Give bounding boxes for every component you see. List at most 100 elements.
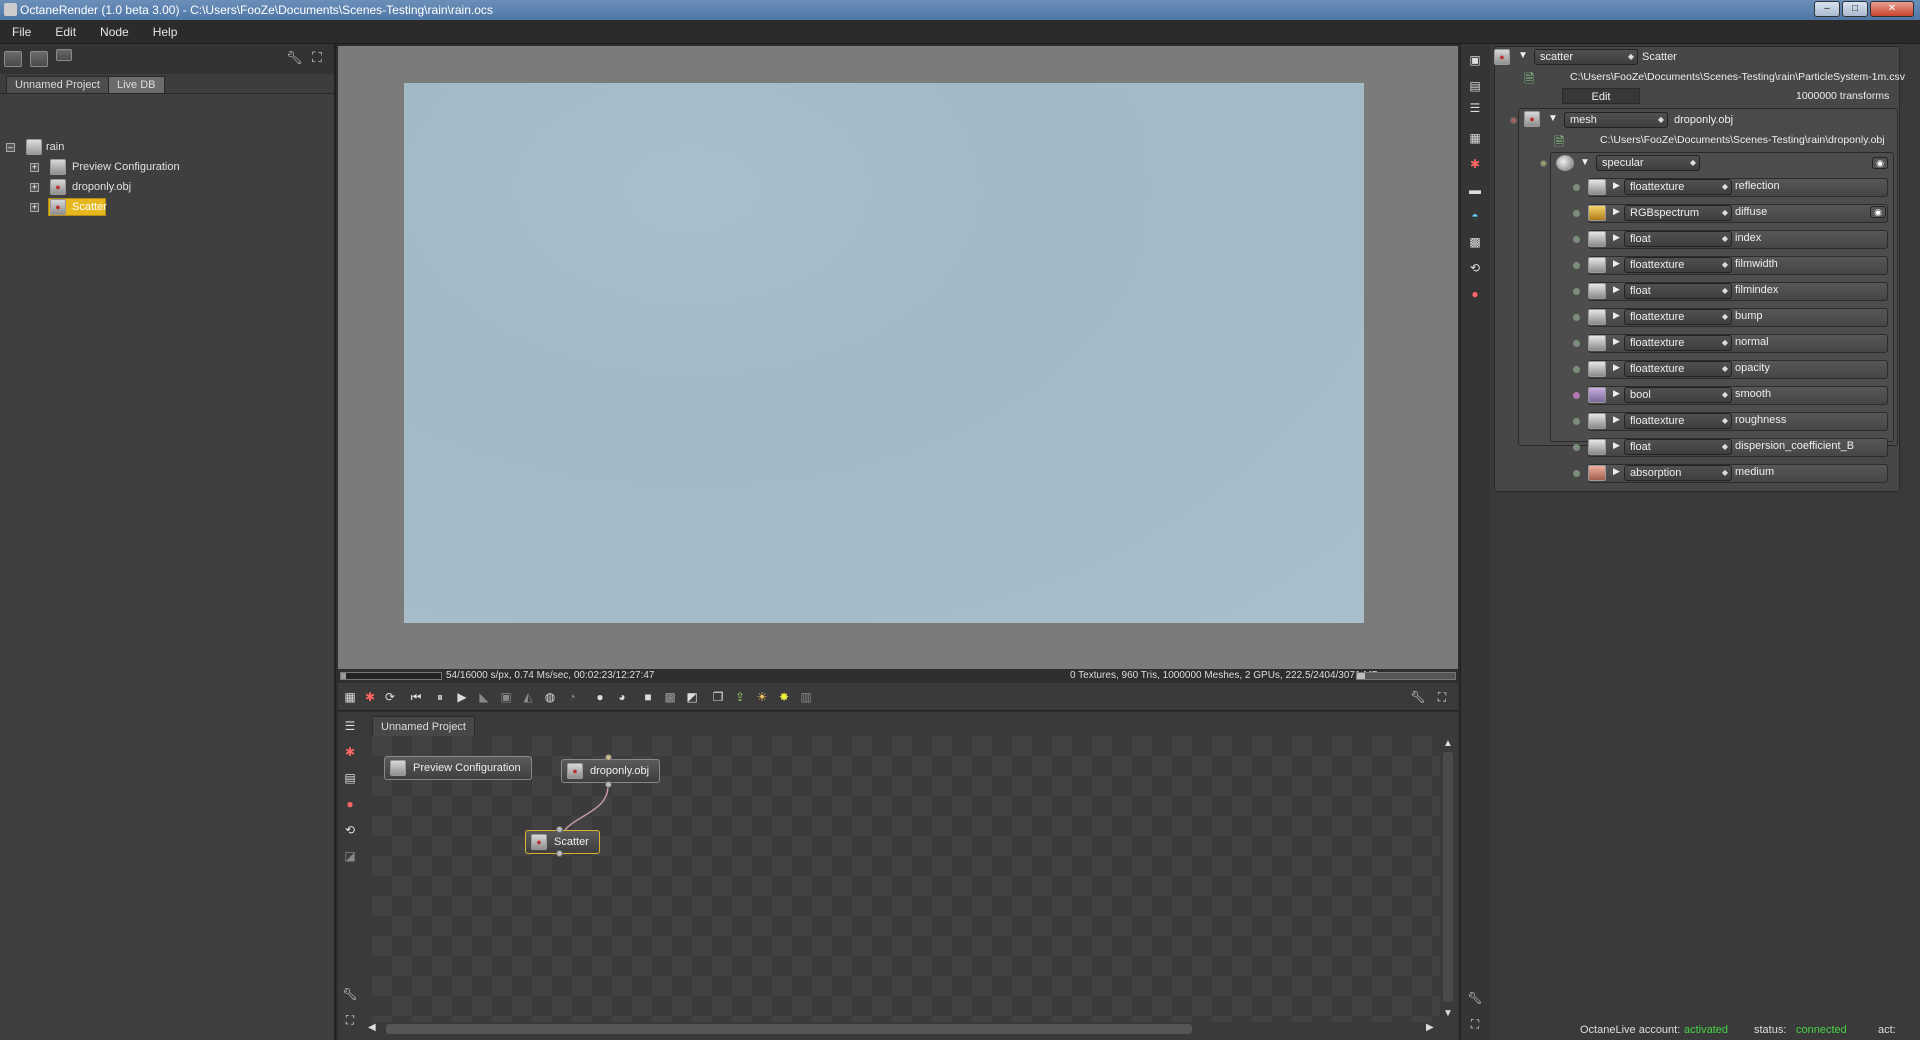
expand-mesh-icon[interactable]: + — [30, 183, 39, 192]
sphere-alt-icon[interactable]: ◕ — [614, 689, 630, 705]
pin-dot[interactable] — [1573, 262, 1580, 269]
scroll-down-icon[interactable]: ▼ — [1443, 1008, 1453, 1019]
pin-row-bump[interactable]: ▶ floattexture ◆ bump — [1573, 306, 1888, 328]
pin-dot[interactable] — [1573, 340, 1580, 347]
cube-icon[interactable]: ▥ — [798, 689, 814, 705]
tab-unnamed-project[interactable]: Unnamed Project — [6, 76, 109, 93]
bloom-icon[interactable]: ✸ — [776, 689, 792, 705]
expand-pin-icon[interactable]: ▶ — [1613, 284, 1620, 295]
pin-dot[interactable] — [1573, 210, 1580, 217]
inspector-wrench-icon[interactable]: 🔧︎ — [1467, 990, 1483, 1006]
collapse-mesh-icon[interactable]: ▼ — [1548, 113, 1558, 124]
scatter-node-name[interactable]: Scatter — [1642, 51, 1677, 63]
pin-dot[interactable] — [1573, 392, 1580, 399]
tree-item-rain[interactable]: rain — [46, 138, 64, 156]
maximize-icon[interactable]: □ — [1842, 1, 1868, 17]
graph-node-preview-configuration[interactable]: Preview Configuration — [384, 756, 532, 780]
scroll-right-icon[interactable]: ▶ — [1426, 1022, 1434, 1033]
pin-type-select[interactable]: floattexture ◆ — [1624, 335, 1732, 351]
lock-icon[interactable]: ◍ — [542, 689, 558, 705]
rewind-icon[interactable]: ⏮ — [408, 689, 424, 705]
graph-vscrollbar[interactable]: ▲ ▼ — [1440, 736, 1456, 1023]
inspector-mesh-icon[interactable]: ● — [1467, 286, 1483, 302]
expand-pin-icon[interactable]: ▶ — [1613, 414, 1620, 425]
sphere-icon[interactable]: ● — [592, 689, 608, 705]
inspector-film-icon[interactable]: ▬ — [1467, 182, 1483, 198]
render-image[interactable] — [404, 83, 1364, 623]
expand-scatter-icon[interactable]: + — [30, 203, 39, 212]
inspector-list-icon[interactable]: ☰ — [1467, 100, 1483, 116]
expand-preview-icon[interactable]: + — [30, 163, 39, 172]
graph-node-scatter[interactable]: ● Scatter — [525, 830, 600, 854]
menu-help[interactable]: Help — [141, 20, 190, 44]
halfcheck-icon[interactable]: ◩ — [684, 689, 700, 705]
pin-type-select[interactable]: floattexture ◆ — [1624, 179, 1732, 195]
menu-edit[interactable]: Edit — [43, 20, 88, 44]
export-icon[interactable]: ⇪ — [732, 689, 748, 705]
pin-type-select[interactable]: bool ◆ — [1624, 387, 1732, 403]
expand-pin-icon[interactable]: ▶ — [1613, 440, 1620, 451]
minimize-icon[interactable]: – — [1814, 1, 1840, 17]
tree-item-preview-configuration[interactable]: Preview Configuration — [72, 158, 180, 176]
inspector-layers-icon[interactable]: ▤ — [1467, 78, 1483, 94]
collapse-material-icon[interactable]: ▼ — [1580, 157, 1590, 168]
render-fullscreen-icon[interactable]: ⛶ — [1434, 689, 1450, 705]
pin-row-filmwidth[interactable]: ▶ floattexture ◆ filmwidth — [1573, 254, 1888, 276]
pin-type-select[interactable]: floattexture ◆ — [1624, 361, 1732, 377]
pin-dot[interactable] — [1573, 366, 1580, 373]
mesh-pin[interactable] — [1510, 117, 1517, 124]
outliner-tree-icon[interactable] — [4, 51, 22, 67]
focus-icon[interactable]: ◭ — [520, 689, 536, 705]
pick-icon[interactable]: ◣ — [476, 689, 492, 705]
play-icon[interactable]: ▶ — [454, 689, 470, 705]
whitebalance-icon[interactable]: ◔ — [564, 689, 580, 705]
pin-type-select[interactable]: floattexture ◆ — [1624, 309, 1732, 325]
render-wrench-icon[interactable]: 🔧︎ — [1410, 689, 1426, 705]
mesh-file-path[interactable]: C:\Users\FooZe\Documents\Scenes-Testing\… — [1600, 134, 1885, 146]
menu-file[interactable]: File — [0, 20, 43, 44]
pin-type-select[interactable]: float ◆ — [1624, 231, 1732, 247]
pin-type-select[interactable]: floattexture ◆ — [1624, 413, 1732, 429]
mesh-type-select[interactable]: mesh ◆ — [1564, 112, 1668, 128]
tab-graph-project[interactable]: Unnamed Project — [372, 716, 475, 736]
pin-row-roughness[interactable]: ▶ floattexture ◆ roughness — [1573, 410, 1888, 432]
expand-pin-icon[interactable]: ▶ — [1613, 362, 1620, 373]
expand-pin-icon[interactable]: ▶ — [1613, 232, 1620, 243]
save-image-icon[interactable]: ▦ — [342, 689, 358, 705]
edit-button[interactable]: Edit — [1562, 88, 1640, 104]
checker-icon[interactable]: ▩ — [662, 689, 678, 705]
inspector-node-icon[interactable]: ✱ — [1467, 156, 1483, 172]
mesh-input-pin[interactable] — [605, 754, 612, 761]
mesh-output-pin[interactable] — [605, 781, 612, 788]
tree-item-scatter[interactable]: Scatter — [72, 198, 107, 216]
collapse-scatter-icon[interactable]: ▼ — [1518, 50, 1528, 61]
stop-render-icon[interactable]: ✱ — [362, 689, 378, 705]
pin-row-medium[interactable]: ▶ absorption ◆ medium — [1573, 462, 1888, 484]
expand-pin-icon[interactable]: ▶ — [1613, 258, 1620, 269]
expand-pin-icon[interactable]: ▶ — [1613, 206, 1620, 217]
pin-type-select[interactable]: float ◆ — [1624, 439, 1732, 455]
material-pin[interactable] — [1540, 160, 1547, 167]
wrench-icon[interactable]: 🔧︎ — [286, 50, 303, 66]
graph-transform-icon[interactable]: ⟲ — [342, 822, 358, 838]
close-icon[interactable]: ✕ — [1870, 1, 1914, 17]
pin-row-filmindex[interactable]: ▶ float ◆ filmindex — [1573, 280, 1888, 302]
tree-item-droponly-obj[interactable]: droponly.obj — [72, 178, 131, 196]
material-eye-icon[interactable]: ◉ — [1872, 157, 1888, 169]
pin-row-smooth[interactable]: ▶ bool ◆ smooth — [1573, 384, 1888, 406]
scroll-left-icon[interactable]: ◀ — [368, 1022, 376, 1033]
vscroll-thumb[interactable] — [1443, 752, 1453, 1002]
material-type-select[interactable]: specular ◆ — [1596, 155, 1700, 171]
scatter-type-select[interactable]: scatter ◆ — [1534, 49, 1638, 65]
expand-pin-icon[interactable]: ▶ — [1613, 310, 1620, 321]
expand-pin-icon[interactable]: ▶ — [1613, 180, 1620, 191]
pin-row-diffuse[interactable]: ▶ RGBspectrum ◆ diffuse ◉ — [1573, 202, 1888, 224]
inspector-transform-icon[interactable]: ⟲ — [1467, 260, 1483, 276]
pin-dot[interactable] — [1573, 288, 1580, 295]
pin-dot[interactable] — [1573, 236, 1580, 243]
graph-list-icon[interactable]: ☰ — [342, 718, 358, 734]
scroll-up-icon[interactable]: ▲ — [1443, 738, 1453, 749]
node-graph-canvas[interactable]: Preview Configuration ● droponly.obj ● S… — [372, 736, 1444, 1023]
collapse-root-icon[interactable]: – — [6, 143, 15, 152]
copy-icon[interactable]: ❐ — [710, 689, 726, 705]
